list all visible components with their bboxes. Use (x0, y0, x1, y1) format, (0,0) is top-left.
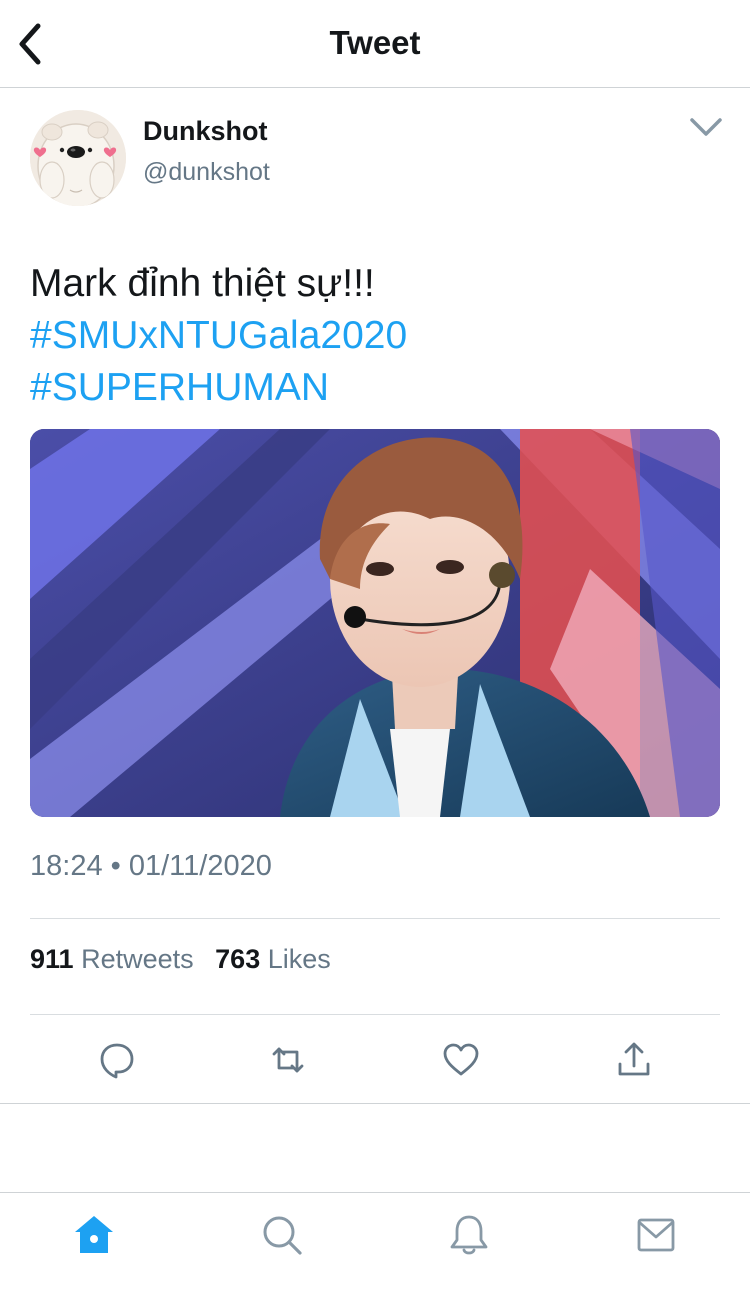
notifications-icon (450, 1215, 488, 1255)
share-icon (618, 1042, 650, 1076)
retweets-stat[interactable]: 911 Retweets (30, 944, 194, 975)
chevron-down-icon (690, 118, 722, 136)
tweet-body: Mark đỉnh thiệt sự!!! (30, 262, 375, 305)
stage-photo-image (30, 429, 720, 817)
avatar[interactable] (30, 110, 126, 206)
divider (30, 1014, 720, 1015)
tweet-detail-screen: Tweet Dunkshot @dunkshot Mark đỉnh thiệt… (0, 0, 750, 1293)
home-icon (75, 1216, 113, 1253)
tweet-stats: 911 Retweets 763 Likes (30, 944, 345, 975)
reply-icon (100, 1043, 134, 1079)
messages-icon (637, 1218, 675, 1252)
divider (30, 918, 720, 919)
likes-count: 763 (215, 944, 261, 974)
tweet-timestamp: 18:24 • 01/11/2020 (30, 850, 272, 882)
top-nav-bar: Tweet (0, 0, 750, 88)
section-divider (0, 1103, 750, 1104)
like-icon (443, 1043, 479, 1076)
bear-avatar-icon (30, 110, 126, 206)
like-button[interactable] (441, 1040, 481, 1080)
author-name[interactable]: Dunkshot (143, 116, 268, 147)
retweet-button[interactable] (268, 1040, 308, 1080)
retweet-icon (272, 1047, 304, 1073)
tab-search[interactable] (260, 1213, 304, 1257)
share-button[interactable] (614, 1040, 654, 1080)
hashtag-link[interactable]: #SMUxNTUGala2020 (30, 310, 730, 362)
more-options-button[interactable] (688, 114, 724, 140)
hashtag-link[interactable]: #SUPERHUMAN (30, 362, 730, 414)
reply-button[interactable] (97, 1040, 137, 1080)
tab-messages[interactable] (634, 1213, 678, 1257)
page-title: Tweet (329, 24, 421, 61)
tab-notifications[interactable] (447, 1213, 491, 1257)
author-handle[interactable]: @dunkshot (143, 158, 270, 187)
search-icon (263, 1216, 302, 1255)
likes-stat[interactable]: 763 Likes (215, 944, 331, 975)
retweets-count: 911 (30, 944, 74, 974)
tweet-actions (0, 1016, 750, 1104)
retweets-label: Retweets (81, 944, 194, 974)
tweet-photo[interactable] (30, 429, 720, 817)
tweet-text: Mark đỉnh thiệt sự!!! #SMUxNTUGala2020 #… (30, 258, 730, 414)
tab-home[interactable] (72, 1213, 116, 1257)
likes-label: Likes (267, 944, 331, 974)
bottom-tab-bar (0, 1192, 750, 1293)
